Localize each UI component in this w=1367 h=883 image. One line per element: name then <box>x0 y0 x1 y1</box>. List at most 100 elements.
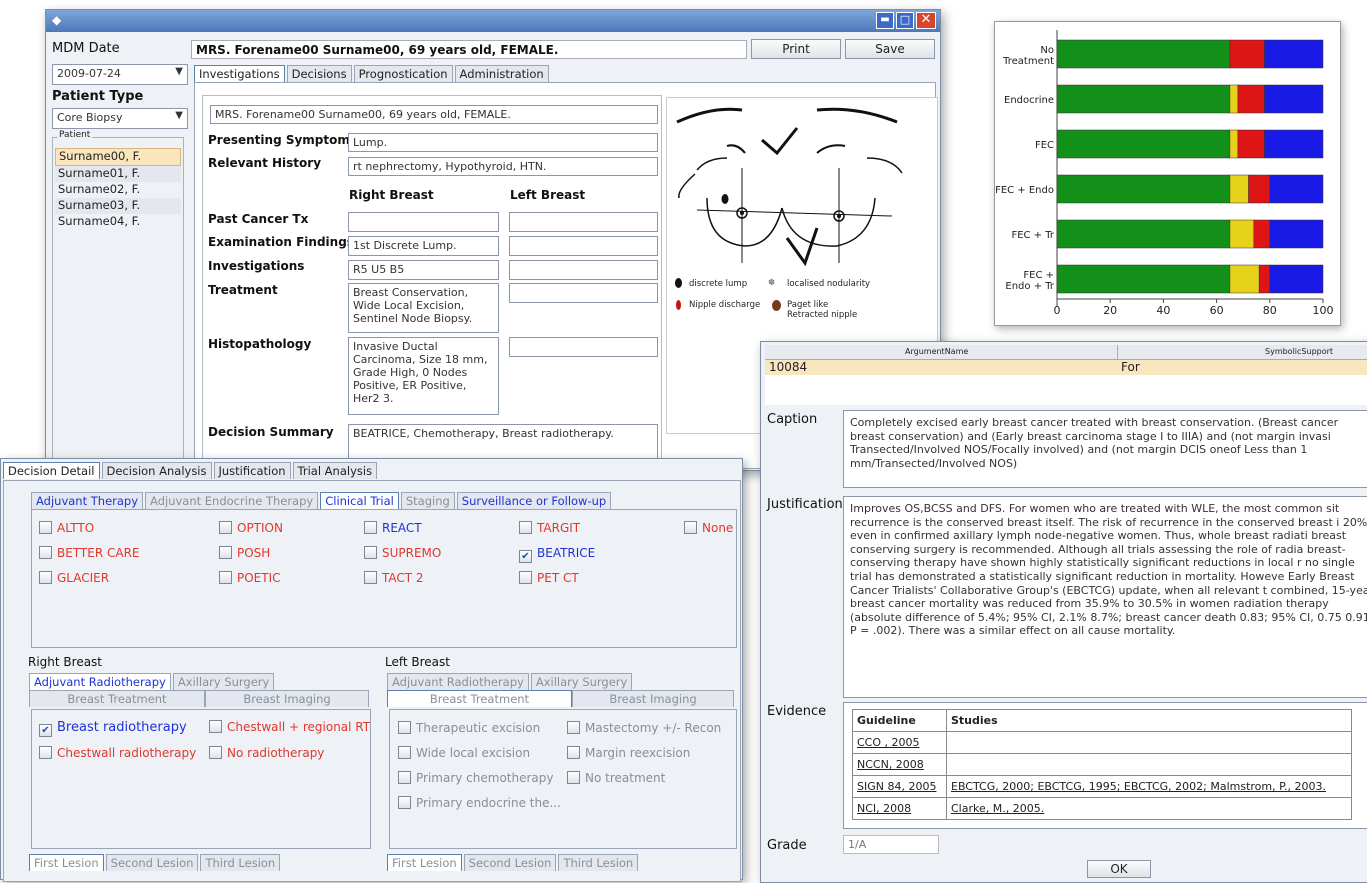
investigations-right-field[interactable]: R5 U5 B5 <box>348 260 499 280</box>
bar-segment <box>1264 84 1324 114</box>
col-divider <box>1117 345 1118 359</box>
tab-rb-breast-treatment[interactable]: Breast Treatment <box>29 690 205 707</box>
treatment-right-field[interactable]: Breast Conservation, Wide Local Excision… <box>348 283 499 333</box>
studies-cell[interactable] <box>946 753 1352 776</box>
tab-rb-adjuvant-radiotherapy[interactable]: Adjuvant Radiotherapy <box>29 673 171 690</box>
tab-lb-adjuvant-radiotherapy[interactable]: Adjuvant Radiotherapy <box>387 673 529 690</box>
past-tx-right-field[interactable] <box>348 212 499 232</box>
trial-option-tact-2[interactable]: TACT 2 <box>364 571 424 585</box>
tab-rb-breast-imaging[interactable]: Breast Imaging <box>205 690 369 707</box>
tab-investigations[interactable]: Investigations <box>194 65 285 82</box>
mdm-date-select[interactable]: 2009-07-24 ▼ <box>52 64 188 85</box>
grade-field[interactable]: 1/A <box>843 835 939 854</box>
patient-list-item[interactable]: Surname01, F. <box>55 166 181 182</box>
lb-primary-chemotherapy-option[interactable]: Primary chemotherapy <box>398 771 554 785</box>
trial-option-beatrice[interactable]: ✔ BEATRICE <box>519 546 595 563</box>
tab-trial-analysis[interactable]: Trial Analysis <box>292 462 378 479</box>
past-tx-left-field[interactable] <box>509 212 658 232</box>
option-label: Therapeutic excision <box>416 721 541 735</box>
exam-right-field[interactable]: 1st Discrete Lump. <box>348 236 499 256</box>
history-field[interactable]: rt nephrectomy, Hypothyroid, HTN. <box>348 157 658 176</box>
treatment-left-field[interactable] <box>509 283 658 303</box>
tab-administration[interactable]: Administration <box>454 65 549 82</box>
rb-breast-radiotherapy-option[interactable]: ✔ Breast radiotherapy <box>39 720 187 737</box>
tab-staging[interactable]: Staging <box>400 492 455 509</box>
tab-adjuvant-therapy[interactable]: Adjuvant Therapy <box>31 492 144 509</box>
studies-cell[interactable]: Clarke, M., 2005. <box>946 797 1352 820</box>
tab-lb-breast-imaging[interactable]: Breast Imaging <box>572 690 734 707</box>
category-label: FEC + Endo <box>995 185 1054 196</box>
lb-no-treatment-option[interactable]: No treatment <box>567 771 665 785</box>
patient-list-item[interactable]: Surname02, F. <box>55 182 181 198</box>
lb-primary-endocrine-option[interactable]: Primary endocrine the... <box>398 796 561 810</box>
lb-wide-local-excision-option[interactable]: Wide local excision <box>398 746 530 760</box>
tab-rb-axillary-surgery[interactable]: Axillary Surgery <box>172 673 275 690</box>
tab-justification[interactable]: Justification <box>213 462 291 479</box>
trial-option-supremo[interactable]: SUPREMO <box>364 546 441 560</box>
trial-option-react[interactable]: REACT <box>364 521 422 535</box>
tab-clinical-trial[interactable]: Clinical Trial <box>320 492 399 509</box>
trial-option-targit[interactable]: TARGIT <box>519 521 580 535</box>
patient-type-select[interactable]: Core Biopsy ▼ <box>52 108 188 129</box>
rb-chestwall-regional-option[interactable]: Chestwall + regional RT <box>209 720 370 734</box>
trial-option-glacier[interactable]: GLACIER <box>39 571 109 585</box>
main-tabs: Investigations Decisions Prognostication… <box>194 65 549 82</box>
checkbox-icon <box>39 521 52 534</box>
investigations-left-field[interactable] <box>509 260 658 280</box>
tab-lb-first-lesion[interactable]: First Lesion <box>387 854 462 871</box>
rb-no-radiotherapy-option[interactable]: No radiotherapy <box>209 746 324 760</box>
save-button[interactable]: Save <box>845 39 935 59</box>
trial-option-poetic[interactable]: POETIC <box>219 571 281 585</box>
lb-mastectomy-option[interactable]: Mastectomy +/- Recon <box>567 721 721 735</box>
minimize-button[interactable]: ▬ <box>876 12 894 29</box>
rb-chestwall-radiotherapy-option[interactable]: Chestwall radiotherapy <box>39 746 196 760</box>
lb-margin-reexcision-option[interactable]: Margin reexcision <box>567 746 690 760</box>
patient-list-item[interactable]: Surname00, F. <box>55 148 181 166</box>
tab-lb-third-lesion[interactable]: Third Lesion <box>558 854 639 871</box>
breast-diagram[interactable] <box>667 98 937 273</box>
studies-cell[interactable]: EBCTCG, 2000; EBCTCG, 1995; EBCTCG, 2002… <box>946 775 1352 798</box>
tab-rb-third-lesion[interactable]: Third Lesion <box>200 854 281 871</box>
trial-option-altto[interactable]: ALTTO <box>39 521 94 535</box>
tab-decision-detail[interactable]: Decision Detail <box>3 462 100 479</box>
guideline-link[interactable]: SIGN 84, 2005 <box>852 775 947 798</box>
maximize-button[interactable]: □ <box>896 12 914 29</box>
tab-decision-analysis[interactable]: Decision Analysis <box>101 462 212 479</box>
tab-lb-axillary-surgery[interactable]: Axillary Surgery <box>530 673 633 690</box>
decision-summary-field[interactable]: BEATRICE, Chemotherapy, Breast radiother… <box>348 424 658 460</box>
print-button[interactable]: Print <box>751 39 841 59</box>
guideline-link[interactable]: NCCN, 2008 <box>852 753 947 776</box>
close-button[interactable]: ✕ <box>916 12 936 29</box>
bar-segment <box>1248 174 1271 204</box>
exam-left-field[interactable] <box>509 236 658 256</box>
trial-option-better-care[interactable]: BETTER CARE <box>39 546 140 560</box>
patient-list-item[interactable]: Surname04, F. <box>55 214 181 230</box>
ok-button[interactable]: OK <box>1087 860 1151 878</box>
col-symbolic-support: SymbolicSupport <box>1265 347 1334 356</box>
studies-cell[interactable] <box>946 731 1352 754</box>
tab-lb-breast-treatment[interactable]: Breast Treatment <box>387 690 572 707</box>
justification-field[interactable]: Improves OS,BCSS and DFS. For women who … <box>843 496 1367 698</box>
tab-adjuvant-endocrine[interactable]: Adjuvant Endocrine Therapy <box>145 492 319 509</box>
guideline-link[interactable]: NCI, 2008 <box>852 797 947 820</box>
tab-prognostication[interactable]: Prognostication <box>353 65 453 82</box>
tab-decisions[interactable]: Decisions <box>286 65 352 82</box>
tab-surveillance[interactable]: Surveillance or Follow-up <box>456 492 612 509</box>
argument-row[interactable]: 10084 For <box>765 360 1367 375</box>
trial-option-pet-ct[interactable]: PET CT <box>519 571 579 585</box>
tab-rb-second-lesion[interactable]: Second Lesion <box>105 854 199 871</box>
histo-right-field[interactable]: Invasive Ductal Carcinoma, Size 18 mm, G… <box>348 337 499 415</box>
patient-list-item[interactable]: Surname03, F. <box>55 198 181 214</box>
caption-field[interactable]: Completely excised early breast cancer t… <box>843 410 1367 488</box>
bar-segment <box>1253 219 1271 249</box>
guideline-link[interactable]: CCO , 2005 <box>852 731 947 754</box>
trial-option-none[interactable]: None <box>684 521 733 535</box>
lb-therapeutic-excision-option[interactable]: Therapeutic excision <box>398 721 540 735</box>
trial-option-option[interactable]: OPTION <box>219 521 283 535</box>
presenting-field[interactable]: Lump. <box>348 133 658 152</box>
tab-rb-first-lesion[interactable]: First Lesion <box>29 854 104 871</box>
bar-segment <box>1269 219 1324 249</box>
histo-left-field[interactable] <box>509 337 658 357</box>
trial-option-posh[interactable]: POSH <box>219 546 270 560</box>
tab-lb-second-lesion[interactable]: Second Lesion <box>463 854 557 871</box>
